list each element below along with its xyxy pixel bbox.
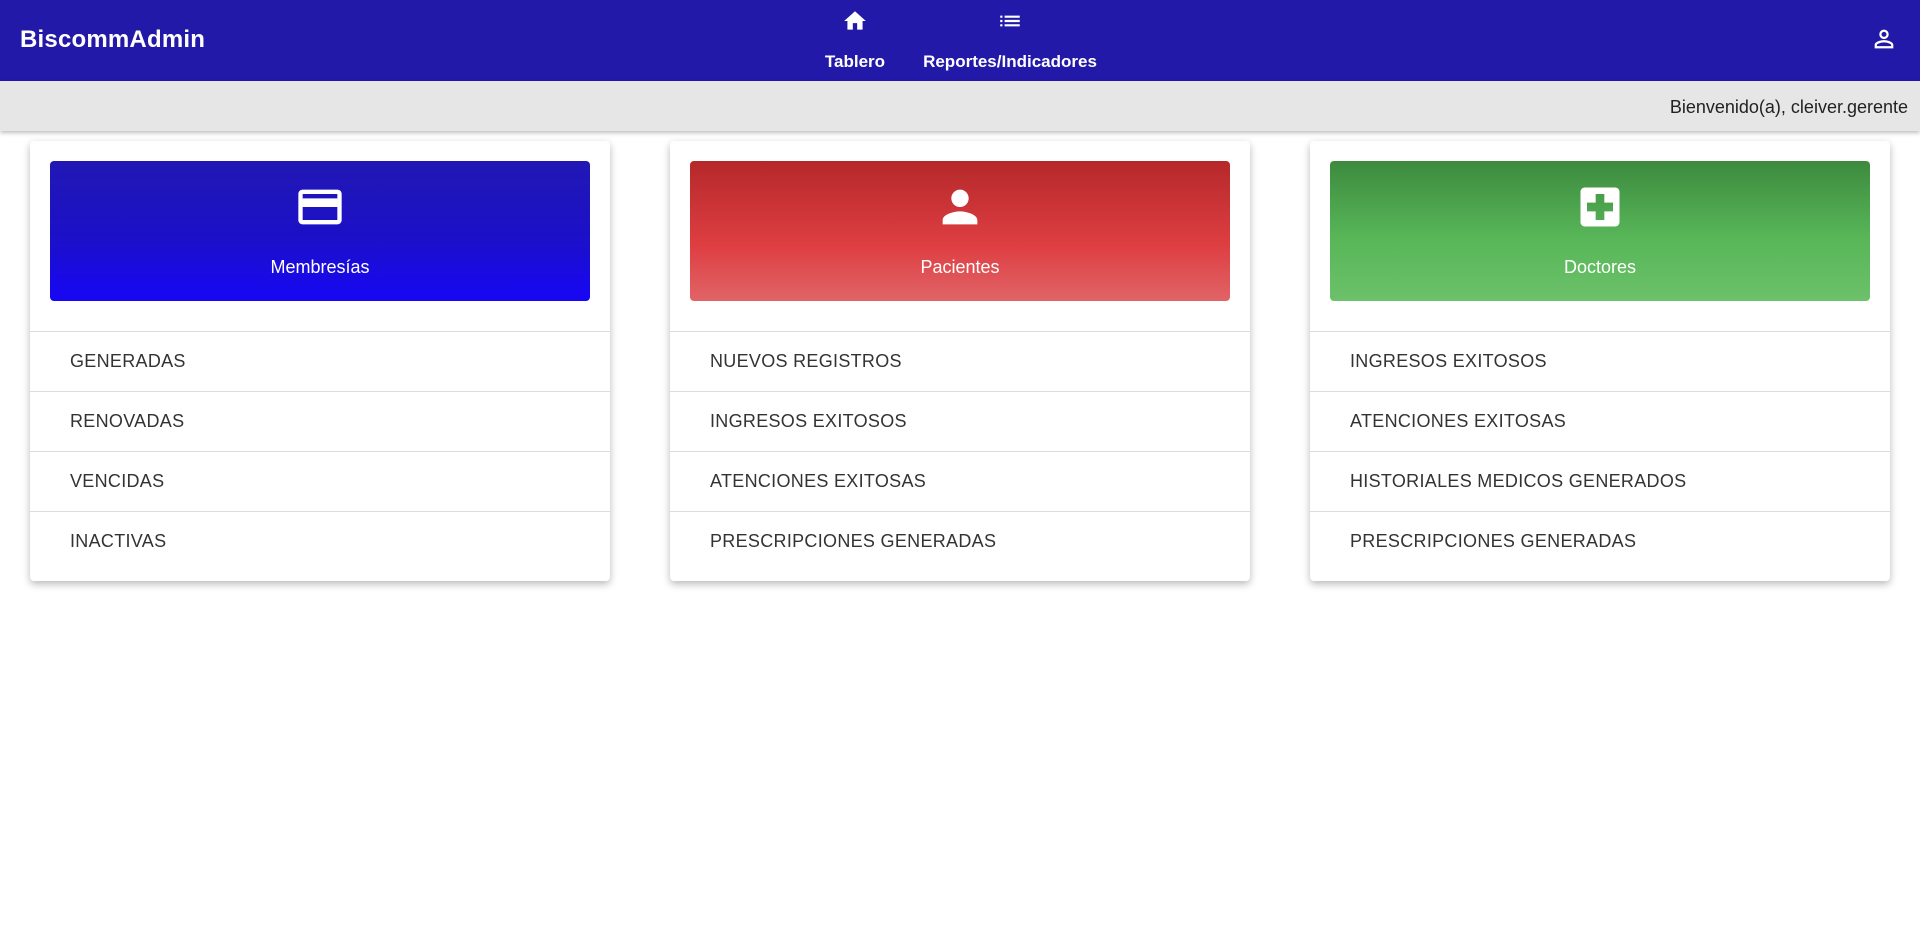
- card-membresias: Membresías GENERADAS RENOVADAS VENCIDAS …: [30, 141, 610, 581]
- card-membresias-title: Membresías: [270, 257, 370, 277]
- list-item-nuevos-registros[interactable]: NUEVOS REGISTROS: [670, 331, 1250, 391]
- person-icon: [934, 181, 986, 233]
- card-pacientes-header[interactable]: Pacientes: [690, 161, 1230, 301]
- list-item-atenciones-exitosas[interactable]: ATENCIONES EXITOSAS: [670, 451, 1250, 511]
- credit-card-icon: [294, 181, 346, 233]
- list-icon: [997, 8, 1023, 34]
- list-item-prescripciones-generadas[interactable]: PRESCRIPCIONES GENERADAS: [1310, 511, 1890, 571]
- card-doctores: Doctores INGRESOS EXITOSOS ATENCIONES EX…: [1310, 141, 1890, 581]
- membresias-list: GENERADAS RENOVADAS VENCIDAS INACTIVAS: [30, 331, 610, 571]
- account-button[interactable]: [1870, 27, 1898, 55]
- list-item-inactivas[interactable]: INACTIVAS: [30, 511, 610, 571]
- list-item-ingresos-exitosos[interactable]: INGRESOS EXITOSOS: [670, 391, 1250, 451]
- card-pacientes: Pacientes NUEVOS REGISTROS INGRESOS EXIT…: [670, 141, 1250, 581]
- list-item-generadas[interactable]: GENERADAS: [30, 331, 610, 391]
- nav-reportes-indicadores[interactable]: Reportes/Indicadores: [915, 0, 1105, 81]
- card-doctores-header[interactable]: Doctores: [1330, 161, 1870, 301]
- account-icon: [1870, 25, 1898, 58]
- card-pacientes-title: Pacientes: [920, 257, 1000, 277]
- list-item-atenciones-exitosas[interactable]: ATENCIONES EXITOSAS: [1310, 391, 1890, 451]
- card-membresias-header[interactable]: Membresías: [50, 161, 590, 301]
- nav-tablero-label: Tablero: [824, 52, 886, 71]
- list-item-historiales-medicos[interactable]: HISTORIALES MEDICOS GENERADOS: [1310, 451, 1890, 511]
- welcome-text: Bienvenido(a), cleiver.gerente: [1669, 97, 1908, 117]
- card-doctores-title: Doctores: [1563, 257, 1637, 277]
- list-item-renovadas[interactable]: RENOVADAS: [30, 391, 610, 451]
- list-item-vencidas[interactable]: VENCIDAS: [30, 451, 610, 511]
- list-item-prescripciones-generadas[interactable]: PRESCRIPCIONES GENERADAS: [670, 511, 1250, 571]
- doctores-list: INGRESOS EXITOSOS ATENCIONES EXITOSAS HI…: [1310, 331, 1890, 571]
- home-icon: [842, 8, 868, 34]
- top-app-bar: BiscommAdmin Tablero Reportes/Indicadore…: [0, 0, 1920, 81]
- medical-cross-icon: [1574, 181, 1626, 233]
- welcome-bar: Bienvenido(a), cleiver.gerente: [0, 81, 1920, 131]
- list-item-ingresos-exitosos[interactable]: INGRESOS EXITOSOS: [1310, 331, 1890, 391]
- app-title: BiscommAdmin: [20, 26, 206, 53]
- nav-reportes-label: Reportes/Indicadores: [923, 52, 1097, 71]
- pacientes-list: NUEVOS REGISTROS INGRESOS EXITOSOS ATENC…: [670, 331, 1250, 571]
- nav-tablero[interactable]: Tablero: [810, 0, 900, 81]
